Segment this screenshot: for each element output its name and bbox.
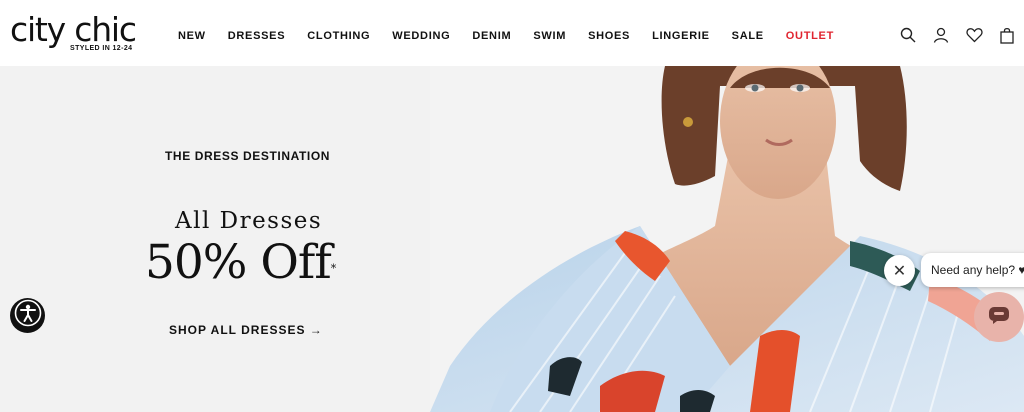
site-header: city chic STYLED IN 12-24 NEW DRESSES CL…	[0, 0, 1024, 66]
wishlist-heart-icon[interactable]	[965, 26, 983, 44]
nav-item-new[interactable]: NEW	[178, 29, 206, 45]
header-icons	[884, 26, 1016, 44]
nav-item-sale[interactable]: SALE	[732, 29, 764, 45]
shop-all-dresses-link[interactable]: SHOP ALL DRESSES →	[169, 323, 323, 337]
nav-item-shoes[interactable]: SHOES	[588, 29, 630, 45]
logo-wordmark: city chic	[10, 10, 137, 49]
nav-item-lingerie[interactable]: LINGERIE	[652, 29, 710, 45]
hero-headline-line1: All Dresses	[175, 208, 323, 234]
main-navigation: NEW DRESSES CLOTHING WEDDING DENIM SWIM …	[178, 29, 856, 45]
chat-prompt-bubble[interactable]: Need any help? ♥	[921, 253, 1024, 287]
nav-item-outlet[interactable]: OUTLET	[786, 29, 834, 45]
chat-icon	[988, 306, 1010, 329]
hero-eyebrow: THE DRESS DESTINATION	[165, 149, 331, 163]
hero-footnote-mark: *	[330, 262, 336, 275]
accessibility-button[interactable]	[10, 298, 45, 333]
hero-offer-text: 50% Off	[145, 235, 332, 290]
nav-item-wedding[interactable]: WEDDING	[392, 29, 450, 45]
city-chic-logo[interactable]: city chic STYLED IN 12-24	[10, 12, 140, 56]
shopping-bag-icon[interactable]	[998, 26, 1016, 44]
close-icon: ✕	[892, 262, 907, 280]
nav-item-dresses[interactable]: DRESSES	[228, 29, 285, 45]
nav-item-clothing[interactable]: CLOTHING	[307, 29, 370, 45]
hero-banner[interactable]: THE DRESS DESTINATION All Dresses 50% Of…	[0, 66, 1024, 412]
accessibility-icon	[14, 299, 42, 332]
search-icon[interactable]	[899, 26, 917, 44]
account-icon[interactable]	[932, 26, 950, 44]
nav-item-swim[interactable]: SWIM	[533, 29, 566, 45]
logo-tagline: STYLED IN 12-24	[70, 45, 133, 52]
hero-model-image[interactable]	[430, 66, 1024, 412]
chat-launcher-button[interactable]	[974, 292, 1024, 342]
chat-close-button[interactable]: ✕	[884, 255, 915, 286]
nav-item-denim[interactable]: DENIM	[472, 29, 511, 45]
hero-headline-line2: 50% Off*	[145, 234, 336, 292]
